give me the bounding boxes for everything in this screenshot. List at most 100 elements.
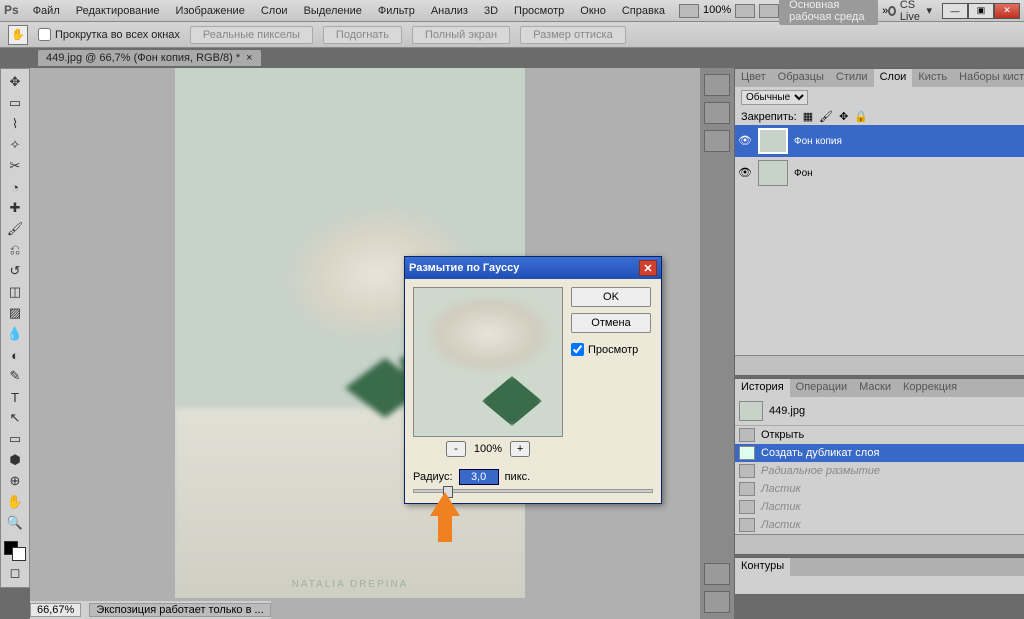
ok-button[interactable]: OK [571,287,651,307]
tab-color[interactable]: Цвет [735,69,772,87]
preview-checkbox[interactable]: Просмотр [571,343,653,356]
3d-camera-tool-icon[interactable]: ⊕ [4,472,26,490]
slider-thumb[interactable] [443,486,453,498]
tab-masks[interactable]: Маски [853,379,897,397]
marquee-tool-icon[interactable]: ▭ [4,94,26,112]
path-tool-icon[interactable]: ↖ [4,409,26,427]
fit-screen-button[interactable]: Подогнать [323,26,402,44]
shape-tool-icon[interactable]: ▭ [4,430,26,448]
history-brush-tool-icon[interactable]: ↺ [4,262,26,280]
menu-file[interactable]: Файл [25,3,68,19]
status-zoom[interactable]: 66,67% [30,603,81,617]
layer-thumbnail[interactable] [758,160,788,186]
lock-all-icon[interactable]: 🔒 [854,110,868,123]
history-item[interactable]: Ластик [735,498,1024,516]
tab-layers[interactable]: Слои [874,69,913,87]
window-close-icon[interactable]: ✕ [994,3,1020,19]
type-tool-icon[interactable]: T [4,388,26,406]
radius-input[interactable] [459,469,499,485]
tab-actions[interactable]: Операции [790,379,853,397]
tab-styles[interactable]: Стили [830,69,874,87]
cancel-button[interactable]: Отмена [571,313,651,333]
collapsed-panel-icon[interactable] [704,130,730,152]
menu-window[interactable]: Окно [572,3,614,19]
brush-tool-icon[interactable]: 🖌 [4,220,26,238]
document-tab[interactable]: 449.jpg @ 66,7% (Фон копия, RGB/8) * × [38,50,261,66]
close-tab-icon[interactable]: × [246,52,252,64]
print-size-button[interactable]: Размер оттиска [520,26,626,44]
menu-3d[interactable]: 3D [476,3,506,19]
dialog-titlebar[interactable]: Размытие по Гауссу ✕ [405,257,661,279]
stamp-tool-icon[interactable]: ⎌ [4,241,26,259]
scroll-all-windows-checkbox[interactable]: Прокрутка во всех окнах [38,28,180,41]
hand-tool-icon[interactable]: ✋ [4,493,26,511]
history-item[interactable]: Ластик [735,516,1024,534]
cslive-button[interactable]: CS Live▾ [888,0,932,23]
menu-filter[interactable]: Фильтр [370,3,423,19]
dodge-tool-icon[interactable]: ◐ [4,346,26,364]
layer-thumbnail[interactable] [758,128,788,154]
heal-tool-icon[interactable]: ✚ [4,199,26,217]
menu-help[interactable]: Справка [614,3,673,19]
menu-layers[interactable]: Слои [253,3,296,19]
collapsed-panel-icon[interactable] [704,563,730,585]
crop-tool-icon[interactable]: ✂ [4,157,26,175]
lock-position-icon[interactable]: ✥ [839,110,848,123]
visibility-icon[interactable]: 👁 [738,134,752,148]
lock-pixels-icon[interactable]: 🖌 [819,110,833,123]
collapsed-panel-icon[interactable] [704,74,730,96]
zoom-out-button[interactable]: - [446,441,466,457]
menu-edit[interactable]: Редактирование [68,3,168,19]
zoom-level[interactable]: 100% [703,4,731,18]
launch-bridge-icon[interactable] [679,4,699,18]
menu-image[interactable]: Изображение [168,3,253,19]
gaussian-blur-dialog: Размытие по Гауссу ✕ - 100% + OK Отмена … [404,256,662,504]
history-snapshot-thumb[interactable] [739,401,763,421]
zoom-in-button[interactable]: + [510,441,530,457]
pen-tool-icon[interactable]: ✎ [4,367,26,385]
wand-tool-icon[interactable]: ✧ [4,136,26,154]
gradient-tool-icon[interactable]: ▨ [4,304,26,322]
blend-mode-select[interactable]: Обычные [741,90,808,105]
dialog-preview[interactable] [413,287,563,437]
tab-swatches[interactable]: Образцы [772,69,830,87]
actual-pixels-button[interactable]: Реальные пикселы [190,26,313,44]
3d-tool-icon[interactable]: ⬢ [4,451,26,469]
tab-adjustments[interactable]: Коррекция [897,379,963,397]
menu-view[interactable]: Просмотр [506,3,572,19]
history-item[interactable]: Радиальное размытие [735,462,1024,480]
tab-brush[interactable]: Кисть [912,69,953,87]
collapsed-panel-icon[interactable] [704,591,730,613]
color-swatches[interactable] [4,541,26,561]
view-extras-icon[interactable] [735,4,755,18]
hand-tool-icon[interactable]: ✋ [8,25,28,45]
layer-row[interactable]: 👁 Фон 🔒 [735,157,1024,189]
collapsed-panel-icon[interactable] [704,102,730,124]
window-minimize-icon[interactable]: — [942,3,968,19]
blur-tool-icon[interactable]: 💧 [4,325,26,343]
move-tool-icon[interactable]: ✥ [4,73,26,91]
menu-analysis[interactable]: Анализ [423,3,476,19]
radius-slider[interactable] [413,489,653,493]
history-item[interactable]: Создать дубликат слоя [735,444,1024,462]
dialog-close-icon[interactable]: ✕ [639,260,657,276]
workspace-switcher[interactable]: Основная рабочая среда [779,0,878,25]
history-item[interactable]: Ластик [735,480,1024,498]
tab-history[interactable]: История [735,379,790,397]
quickmask-icon[interactable]: ◻ [4,564,26,582]
eyedropper-tool-icon[interactable]: ◔ [4,178,26,196]
lock-transparent-icon[interactable]: ▦ [803,110,813,123]
zoom-tool-icon[interactable]: 🔍 [4,514,26,532]
screen-mode-icon[interactable] [759,4,779,18]
status-info[interactable]: Экспозиция работает только в ... [89,603,270,617]
visibility-icon[interactable]: 👁 [738,166,752,180]
history-item[interactable]: Открыть [735,426,1024,444]
tab-brushsets[interactable]: Наборы кист [953,69,1024,87]
layer-row[interactable]: 👁 Фон копия [735,125,1024,157]
menu-select[interactable]: Выделение [296,3,370,19]
tab-paths[interactable]: Контуры [735,558,790,576]
full-screen-button[interactable]: Полный экран [412,26,510,44]
lasso-tool-icon[interactable]: ⌇ [4,115,26,133]
window-maximize-icon[interactable]: ▣ [968,3,994,19]
eraser-tool-icon[interactable]: ◫ [4,283,26,301]
